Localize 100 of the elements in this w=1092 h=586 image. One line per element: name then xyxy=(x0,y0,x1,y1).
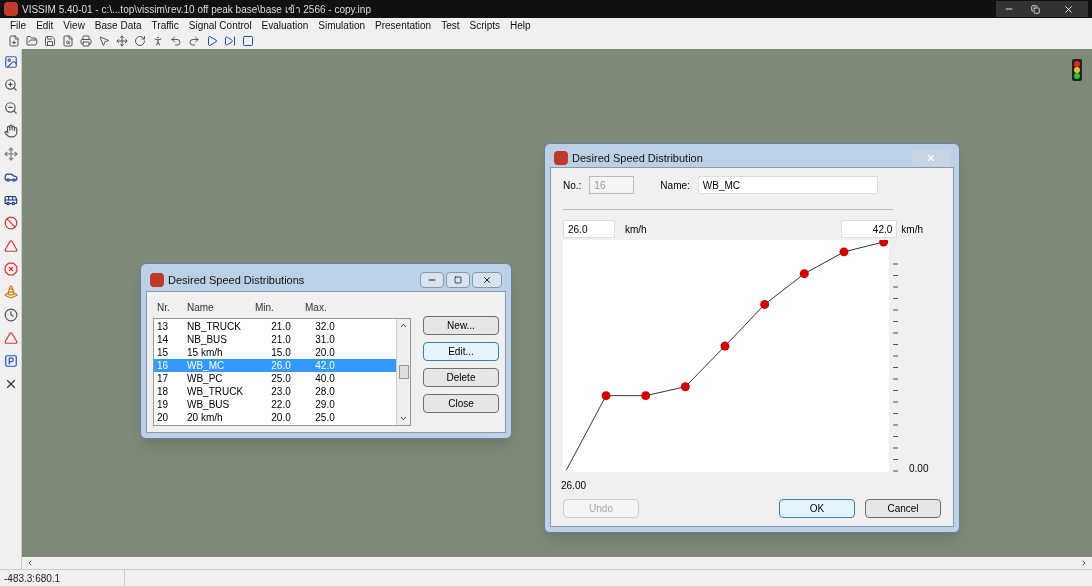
prohibition-sign-icon[interactable] xyxy=(3,216,18,230)
control-point[interactable] xyxy=(680,382,690,392)
menu-item[interactable]: Base Data xyxy=(94,18,142,33)
traffic-light-icon[interactable] xyxy=(1072,59,1082,81)
row-max: 31.0 xyxy=(314,334,336,345)
zoom-out-icon[interactable] xyxy=(3,101,18,115)
zoom-in-icon[interactable] xyxy=(3,78,18,92)
list-row[interactable]: 19 WB_BUS 22.0 29.0 xyxy=(154,398,396,411)
dialog-button[interactable]: Delete xyxy=(423,368,499,387)
coordinates-text: -483.3:680.1 xyxy=(4,571,62,586)
row-name: NB_BUS xyxy=(187,334,228,345)
menu-item[interactable]: File xyxy=(10,18,27,33)
bus-icon[interactable] xyxy=(3,193,18,207)
row-max: 29.0 xyxy=(314,399,336,410)
minimize-button[interactable] xyxy=(996,1,1022,17)
scroll-right-icon[interactable] xyxy=(1080,559,1088,567)
row-min: 21.0 xyxy=(270,321,292,332)
menu-item[interactable]: Signal Control xyxy=(188,18,252,33)
row-max: 42.0 xyxy=(314,360,336,371)
play-icon[interactable] xyxy=(206,35,218,47)
step-icon[interactable] xyxy=(224,35,236,47)
row-min: 23.0 xyxy=(270,386,292,397)
scrollbar[interactable] xyxy=(396,319,410,425)
menu-item[interactable]: Scripts xyxy=(469,18,501,33)
list-box[interactable]: 13 NB_TRUCK 21.0 32.0 14 NB_BUS 21.0 31.0 15 15 km/h 15.0 20.0 16 WB_MC 26.0 42.0 17 WB_PC 25.0 40.0 18 WB_TRUCK 23.0 28.0 19 WB_BUS 22.0 29.0 20 20 km/h 20.0 25.0 xyxy=(153,318,411,426)
close-icon xyxy=(926,153,936,163)
traffic-cone-icon[interactable] xyxy=(3,285,18,299)
move-icon[interactable] xyxy=(116,35,128,47)
dialog-button[interactable]: OK xyxy=(779,499,855,518)
row-name: WB_PC xyxy=(187,373,224,384)
pedestrian-icon[interactable] xyxy=(152,35,164,47)
list-row[interactable]: 15 15 km/h 15.0 20.0 xyxy=(154,346,396,359)
menu-item[interactable]: Edit xyxy=(36,18,54,33)
folder-icon[interactable] xyxy=(26,35,38,47)
dialog-button[interactable]: New... xyxy=(423,316,499,335)
scroll-up-icon[interactable] xyxy=(399,321,408,330)
menu-item[interactable]: Evaluation xyxy=(261,18,309,33)
parking-sign-icon[interactable] xyxy=(3,354,18,368)
row-min: 25.0 xyxy=(270,373,292,384)
close-icon xyxy=(1062,3,1074,15)
list-row[interactable]: 20 20 km/h 20.0 25.0 xyxy=(154,411,396,424)
hand-icon[interactable] xyxy=(3,124,18,138)
list-row[interactable]: 14 NB_BUS 21.0 31.0 xyxy=(154,333,396,346)
redo-icon[interactable] xyxy=(188,35,200,47)
move-icon[interactable] xyxy=(3,147,18,161)
menu-item[interactable]: Traffic xyxy=(151,18,179,33)
column-header: Name xyxy=(187,300,215,315)
menu-item[interactable]: Presentation xyxy=(375,18,432,33)
stop-icon[interactable] xyxy=(242,35,254,47)
undo-icon[interactable] xyxy=(170,35,182,47)
row-number: 15 xyxy=(157,347,170,358)
stop-sign-icon[interactable] xyxy=(3,262,18,276)
row-min: 26.0 xyxy=(270,360,292,371)
list-row[interactable]: 18 WB_TRUCK 23.0 28.0 xyxy=(154,385,396,398)
scroll-down-icon[interactable] xyxy=(399,414,408,423)
control-point[interactable] xyxy=(760,300,770,309)
control-point[interactable] xyxy=(641,391,651,401)
warning-triangle-icon[interactable] xyxy=(3,331,18,345)
row-number: 18 xyxy=(157,386,170,397)
window-title: VISSIM 5.40-01 - c:\...top\vissim\rev.10 off peak base\base เข้า 2566 - copy.inp xyxy=(22,2,371,17)
scroll-thumb[interactable] xyxy=(398,365,409,379)
unit-label: km/h xyxy=(625,222,647,237)
row-number: 13 xyxy=(157,321,170,332)
minimize-button[interactable] xyxy=(420,272,444,288)
menu-item[interactable]: Help xyxy=(510,18,531,33)
name-field[interactable]: WB_MC xyxy=(697,176,878,194)
printer-icon[interactable] xyxy=(80,35,92,47)
column-header: Min. xyxy=(255,300,275,315)
restore-icon xyxy=(1030,4,1040,14)
menu-item[interactable]: Test xyxy=(441,18,460,33)
dialog-button[interactable]: Close xyxy=(423,394,499,413)
dialog-button[interactable]: Edit... xyxy=(423,342,499,361)
print-preview-icon[interactable] xyxy=(62,35,74,47)
list-row[interactable]: 13 NB_TRUCK 21.0 32.0 xyxy=(154,320,396,333)
max-speed-field[interactable]: 42.0 xyxy=(841,220,898,238)
close-icon xyxy=(482,275,492,285)
list-row[interactable]: 17 WB_PC 25.0 40.0 xyxy=(154,372,396,385)
dialog-button[interactable]: Cancel xyxy=(865,499,941,518)
clock-icon[interactable] xyxy=(3,308,18,322)
save-icon[interactable] xyxy=(44,35,56,47)
new-file-icon[interactable] xyxy=(8,35,20,47)
menu-item[interactable]: Simulation xyxy=(318,18,365,33)
picture-icon[interactable] xyxy=(3,55,18,69)
close-button[interactable] xyxy=(472,272,502,288)
menu-item[interactable]: View xyxy=(63,18,85,33)
control-point[interactable] xyxy=(839,247,849,257)
control-point[interactable] xyxy=(601,391,611,401)
warning-triangle-icon[interactable] xyxy=(3,239,18,253)
row-max: 28.0 xyxy=(314,386,336,397)
app-logo-icon xyxy=(150,273,164,287)
control-point[interactable] xyxy=(799,269,809,279)
column-header: Max. xyxy=(305,300,328,315)
scroll-left-icon[interactable] xyxy=(26,559,34,567)
min-speed-field[interactable]: 26.0 xyxy=(563,220,615,238)
car-icon[interactable] xyxy=(3,170,18,184)
rotate-icon[interactable] xyxy=(134,35,146,47)
control-point[interactable] xyxy=(879,240,889,247)
control-point[interactable] xyxy=(720,341,730,351)
pointer-icon[interactable] xyxy=(98,35,110,47)
row-name: WB_MC xyxy=(187,360,226,371)
